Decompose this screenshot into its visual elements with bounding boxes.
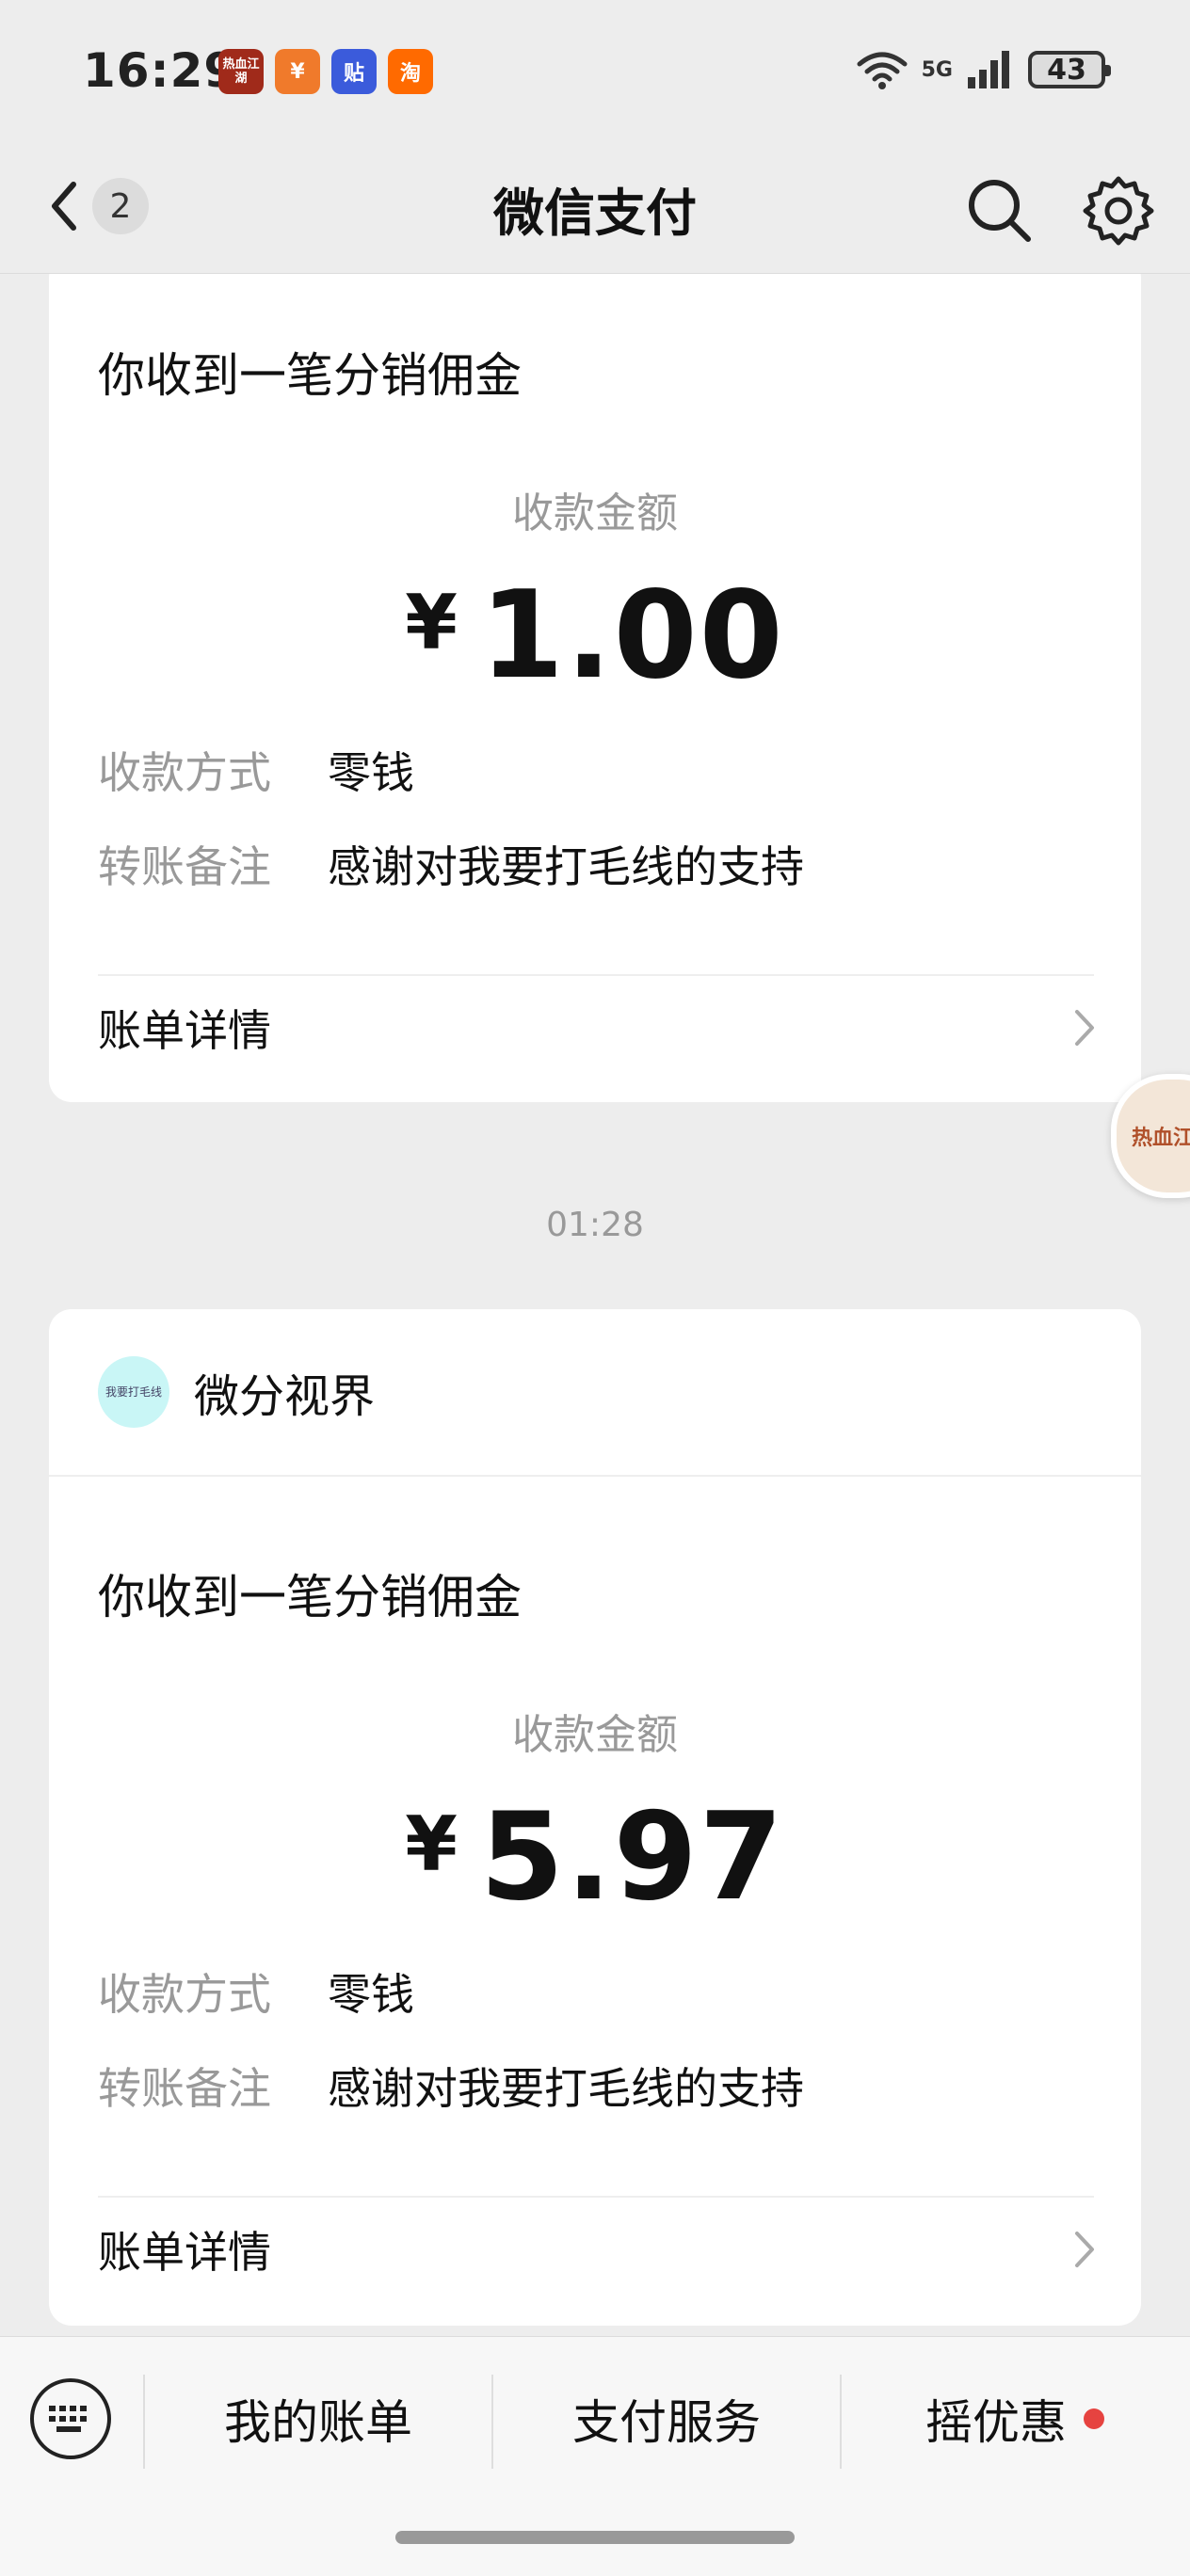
bill-detail-link[interactable]: 账单详情 [98,2218,1103,2280]
chevron-right-icon [1075,2232,1094,2267]
message-list[interactable]: 你收到一笔分销佣金 收款金额 ¥1.00 收款方式 零钱 转账备注 感谢对我要打… [0,274,1190,2335]
red-dot-badge [1084,2408,1104,2429]
note-value: 感谢对我要打毛线的支持 [328,841,804,892]
merchant-header[interactable]: 我要打毛线 微分视界 [98,1356,375,1428]
payment-message-card: 你收到一笔分销佣金 收款金额 ¥1.00 收款方式 零钱 转账备注 感谢对我要打… [49,274,1141,1102]
currency-symbol: ¥ [405,579,459,666]
method-row: 收款方式 零钱 [98,1960,414,2023]
keyboard-toggle-button[interactable] [30,2378,111,2459]
note-row: 转账备注 感谢对我要打毛线的支持 [98,833,804,895]
taobao-app-icon: 淘 [388,49,433,94]
amount-number: 5.97 [479,1787,785,1928]
amount-label: 收款金额 [512,489,678,537]
method-label: 收款方式 [98,747,271,798]
note-row: 转账备注 感谢对我要打毛线的支持 [98,2055,804,2117]
status-indicators: 5G 43 [856,49,1111,90]
amount-value: ¥1.00 [49,566,1141,706]
amount-label: 收款金额 [512,1711,678,1759]
merchant-name: 微分视界 [194,1370,376,1423]
status-time: 16:29 [83,43,238,98]
bottom-menu-bar: 我的账单 支付服务 摇优惠 [0,2336,1190,2576]
note-label: 转账备注 [98,841,271,892]
bill-detail-label: 账单详情 [98,2227,271,2278]
message-title: 你收到一笔分销佣金 [98,1570,522,1624]
network-type: 5G [921,57,953,82]
chevron-right-icon [1075,1010,1094,1046]
gear-icon[interactable] [1081,173,1156,248]
menu-my-bills[interactable]: 我的账单 [145,2378,491,2459]
method-label: 收款方式 [98,1969,271,2020]
keyboard-icon [49,2406,87,2432]
game-app-icon: 热血江湖 [218,49,264,94]
wifi-icon [857,52,908,89]
tieba-app-icon: 贴 [331,49,377,94]
method-value: 零钱 [328,747,414,798]
menu-payment-services[interactable]: 支付服务 [493,2378,840,2459]
note-label: 转账备注 [98,2063,271,2114]
amount-value: ¥5.97 [49,1787,1141,1928]
method-value: 零钱 [328,1969,414,2020]
bill-detail-label: 账单详情 [98,1005,271,1056]
home-indicator[interactable] [395,2531,795,2544]
battery-icon: 43 [1028,51,1111,88]
search-icon[interactable] [962,173,1037,248]
message-title: 你收到一笔分销佣金 [98,348,522,403]
menu-shake-offers-label: 摇优惠 [925,2395,1067,2450]
menu-shake-offers[interactable]: 摇优惠 [842,2378,1188,2459]
note-value: 感谢对我要打毛线的支持 [328,2063,804,2114]
bill-detail-link[interactable]: 账单详情 [98,997,1103,1059]
divider [98,2196,1094,2198]
amount-number: 1.00 [479,566,785,706]
orange-app-icon: ¥ [275,49,320,94]
method-row: 收款方式 零钱 [98,739,414,801]
notification-app-icons: 热血江湖 ¥ 贴 淘 [218,49,433,94]
status-bar: 16:29 热血江湖 ¥ 贴 淘 5G 43 [0,0,1190,151]
merchant-avatar: 我要打毛线 [98,1356,169,1428]
signal-icon [968,51,1009,88]
divider [49,1475,1141,1477]
currency-symbol: ¥ [405,1800,459,1888]
nav-bar: 2 微信支付 [0,151,1190,274]
payment-message-card: 我要打毛线 微分视界 你收到一笔分销佣金 收款金额 ¥5.97 收款方式 零钱 … [49,1309,1141,2326]
divider [98,974,1094,976]
message-timestamp: 01:28 [546,1206,644,1244]
